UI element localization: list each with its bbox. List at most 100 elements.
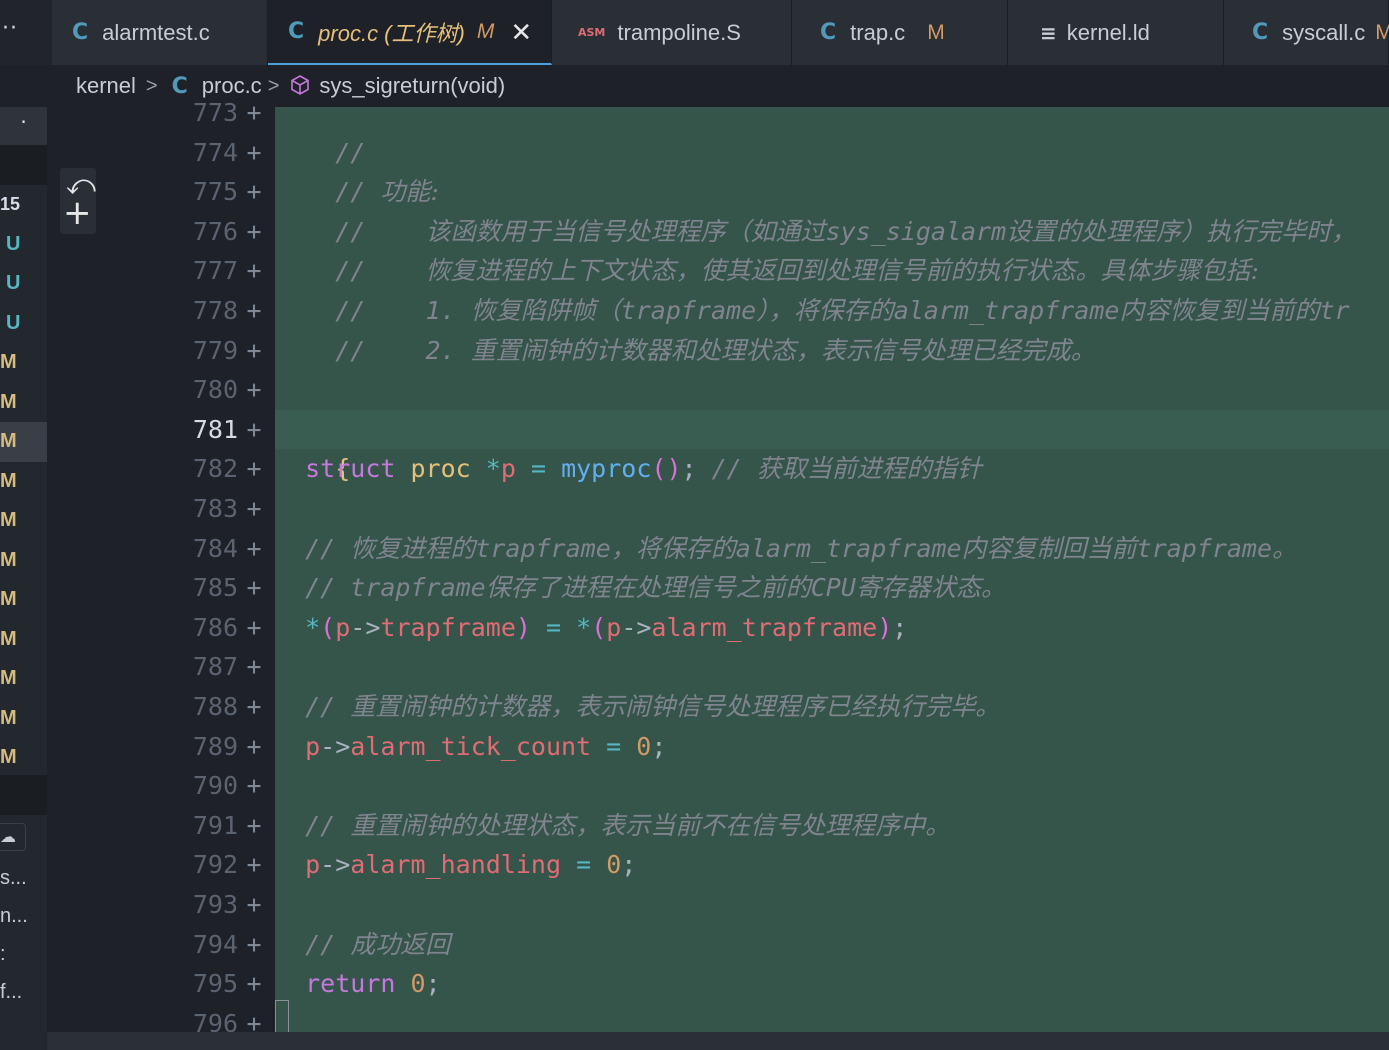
- line-number: 793: [192, 890, 238, 919]
- line-number: 790: [192, 771, 238, 801]
- line-number: 784: [192, 533, 238, 563]
- line-number: 792: [192, 850, 238, 880]
- added-line-marker: +: [246, 652, 262, 682]
- code-line-789: p->alarm_tick_count = 0;: [305, 731, 667, 761]
- tab-label: alarmtest.c: [102, 19, 210, 45]
- c-file-icon: C: [1252, 20, 1269, 45]
- added-line-marker: +: [246, 137, 262, 167]
- close-icon[interactable]: ✕: [510, 19, 532, 45]
- list-item-status[interactable]: M: [0, 738, 47, 778]
- timeline-panel: ☁ s... n... : f...: [0, 815, 47, 1050]
- code-line-795: return 0;: [305, 969, 441, 999]
- list-item[interactable]: n...: [0, 905, 28, 928]
- changes-count-badge: 15: [0, 194, 21, 214]
- tab-syscall-c[interactable]: C syscall.c M: [1224, 0, 1389, 65]
- list-item[interactable]: f...: [0, 981, 22, 1004]
- c-file-icon: C: [288, 19, 305, 44]
- tab-kernel-ld[interactable]: ≡ kernel.ld: [1008, 0, 1224, 65]
- line-number: 775: [192, 177, 238, 207]
- code-line-781: {: [275, 409, 1389, 483]
- code-line-792: p->alarm_handling = 0;: [305, 850, 637, 880]
- added-line-marker: +: [246, 612, 262, 642]
- added-line-marker: +: [246, 414, 262, 444]
- code-line-785: // trapframe保存了进程在处理信号之前的CPU寄存器状态。: [305, 573, 1006, 603]
- added-line-marker: +: [246, 771, 262, 801]
- line-number: 781: [192, 414, 238, 444]
- list-item-status[interactable]: M: [0, 699, 47, 739]
- added-line-marker: +: [246, 850, 262, 880]
- line-number: 779: [192, 335, 238, 365]
- line-number: 785: [192, 573, 238, 603]
- tab-label: kernel.ld: [1066, 19, 1150, 45]
- line-number: 789: [192, 731, 238, 761]
- list-item-status[interactable]: M: [0, 462, 47, 502]
- list-item-status[interactable]: M: [0, 620, 47, 660]
- list-item-status[interactable]: M: [0, 383, 47, 423]
- line-number: 794: [192, 929, 238, 959]
- tab-overflow-button[interactable]: ··: [0, 0, 42, 65]
- list-item-status[interactable]: M: [0, 659, 47, 699]
- bracket-match-highlight: [275, 1000, 289, 1034]
- list-item-status[interactable]: M: [0, 422, 47, 462]
- c-file-icon: C: [820, 20, 837, 45]
- editor-tab-bar: ·· C alarmtest.c C proc.c (工作树) M ✕ ASM …: [0, 0, 1389, 65]
- cloud-icon[interactable]: ☁: [0, 823, 26, 851]
- code-editor[interactable]: // // 功能: // 该函数用于当信号处理程序（如通过sys_sigalar…: [275, 107, 1389, 1032]
- added-line-marker: +: [246, 929, 262, 959]
- list-item-status[interactable]: U: [0, 304, 47, 344]
- list-item-status[interactable]: M: [0, 343, 47, 383]
- inline-change-actions: ⤺ +: [60, 168, 96, 234]
- modified-badge: M: [476, 19, 495, 43]
- line-number: 788: [192, 692, 238, 721]
- line-number: 795: [192, 969, 238, 999]
- line-number: 774: [192, 137, 238, 167]
- list-item[interactable]: s...: [0, 867, 27, 890]
- added-line-marker: +: [246, 256, 262, 286]
- line-number: 778: [192, 296, 238, 325]
- chevron-right-icon: >: [267, 74, 280, 97]
- c-file-icon: C: [72, 20, 89, 45]
- tab-label: trap.c: [850, 19, 906, 45]
- added-line-marker: +: [246, 335, 262, 365]
- code-line-777: // 1. 恢复陷阱帧（trapframe），将保存的alarm_trapfra…: [335, 295, 1350, 325]
- added-line-marker: +: [246, 98, 262, 127]
- list-item-status[interactable]: U: [0, 264, 47, 304]
- list-item[interactable]: :: [0, 943, 6, 966]
- line-number: 780: [192, 375, 238, 405]
- tab-trampoline-s[interactable]: ASM trampoline.S: [552, 0, 792, 65]
- list-item-status[interactable]: U: [0, 225, 47, 265]
- more-actions-button[interactable]: ·: [0, 107, 47, 145]
- list-item-status[interactable]: M: [0, 541, 47, 581]
- line-number: 776: [192, 216, 238, 246]
- method-cube-icon: [289, 73, 311, 99]
- tab-alarmtest-c[interactable]: C alarmtest.c: [52, 0, 268, 65]
- added-line-marker: +: [246, 692, 262, 721]
- stage-change-icon[interactable]: +: [63, 196, 92, 230]
- added-line-marker: +: [246, 375, 262, 405]
- line-number: 791: [192, 810, 238, 840]
- line-number: 773: [192, 98, 238, 127]
- line-number: 783: [192, 494, 238, 523]
- line-number: 777: [192, 256, 238, 286]
- breadcrumb-symbol[interactable]: sys_sigreturn(void): [319, 73, 505, 99]
- list-item-status[interactable]: M: [0, 501, 47, 541]
- added-line-marker: +: [246, 216, 262, 246]
- tab-trap-c[interactable]: C trap.c M: [792, 0, 1008, 65]
- code-line-774: // 功能:: [335, 177, 439, 207]
- added-line-marker: +: [246, 177, 262, 207]
- added-line-marker: +: [246, 573, 262, 603]
- breadcrumb-folder[interactable]: kernel: [76, 73, 136, 99]
- added-line-marker: +: [246, 731, 262, 761]
- source-control-panel: · 15 U U U M M M M M M M M M M M ☁ s... …: [0, 107, 47, 1050]
- list-item-status[interactable]: M: [0, 580, 47, 620]
- horizontal-scrollbar[interactable]: [47, 1032, 1389, 1050]
- tab-label: syscall.c: [1282, 19, 1366, 45]
- tab-label: trampoline.S: [617, 19, 741, 45]
- tab-proc-c[interactable]: C proc.c (工作树) M ✕: [268, 0, 552, 65]
- added-line-marker: +: [246, 494, 262, 523]
- code-line-775: // 该函数用于当信号处理程序（如通过sys_sigalarm设置的处理程序）执…: [335, 216, 1357, 246]
- added-line-marker: +: [246, 454, 262, 484]
- code-line-786: *(p->trapframe) = *(p->alarm_trapframe);: [305, 612, 908, 642]
- line-number: 786: [192, 612, 238, 642]
- modified-badge: M: [927, 20, 945, 44]
